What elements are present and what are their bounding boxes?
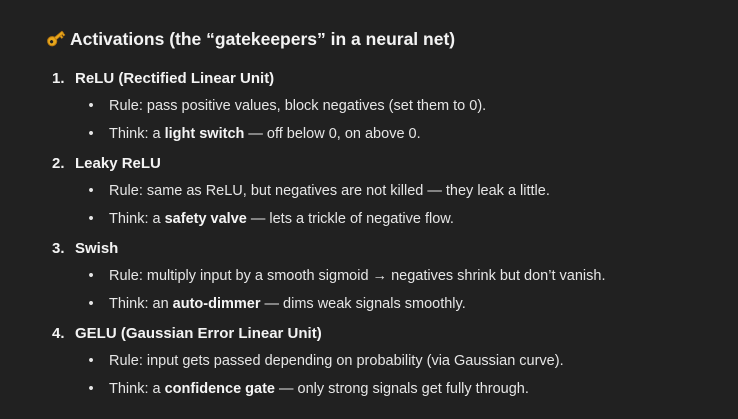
think-suffix: — off below 0, on above 0. (244, 126, 421, 142)
list-item: 3. Swish • Rule: multiply input by a smo… (45, 237, 725, 315)
think-bullet: • Think: a confidence gate — only strong… (45, 379, 725, 400)
bullet-list: • Rule: same as ReLU, but negatives are … (45, 181, 725, 230)
item-title-text: Leaky ReLU (75, 154, 161, 172)
bullet-list: • Rule: input gets passed depending on p… (45, 351, 725, 400)
item-title: 1. ReLU (Rectified Linear Unit) (45, 67, 725, 89)
think-highlight: safety valve (164, 211, 247, 227)
rule-text: Rule: multiply input by a smooth sigmoid… (109, 268, 606, 284)
bullet-list: • Rule: pass positive values, block nega… (45, 96, 725, 145)
item-number: 3. (52, 239, 65, 257)
bullet-dot-icon: • (88, 268, 94, 284)
bullet-dot-icon: • (88, 353, 94, 369)
think-suffix: — lets a trickle of negative flow. (246, 211, 454, 227)
item-title: 2. Leaky ReLU (45, 152, 725, 174)
think-suffix: — dims weak signals smoothly. (260, 296, 466, 312)
rule-text: Rule: input gets passed depending on pro… (109, 353, 564, 369)
item-title-text: GELU (Gaussian Error Linear Unit) (75, 324, 322, 342)
think-suffix: — only strong signals get fully through. (275, 381, 529, 397)
item-title: 3. Swish (45, 237, 725, 259)
think-bullet: • Think: a safety valve — lets a trickle… (45, 209, 725, 230)
think-prefix: Think: an (109, 296, 173, 312)
bullet-dot-icon: • (88, 296, 94, 312)
list-item: 4. GELU (Gaussian Error Linear Unit) • R… (45, 322, 725, 400)
rule-text: Rule: pass positive values, block negati… (109, 98, 487, 114)
key-icon (45, 27, 67, 49)
bullet-dot-icon: • (88, 211, 94, 227)
bullet-dot-icon: • (88, 183, 94, 199)
activation-list: 1. ReLU (Rectified Linear Unit) • Rule: … (45, 67, 725, 400)
bullet-dot-icon: • (88, 126, 94, 142)
think-highlight: light switch (164, 126, 245, 142)
rule-text: Rule: same as ReLU, but negatives are no… (109, 183, 550, 199)
bullet-list: • Rule: multiply input by a smooth sigmo… (45, 266, 725, 315)
rule-bullet: • Rule: multiply input by a smooth sigmo… (45, 266, 725, 287)
item-number: 1. (52, 69, 65, 87)
rule-bullet: • Rule: pass positive values, block nega… (45, 96, 725, 117)
think-bullet: • Think: an auto-dimmer — dims weak sign… (45, 294, 725, 315)
think-prefix: Think: a (109, 381, 165, 397)
bullet-dot-icon: • (88, 381, 94, 397)
item-title-text: ReLU (Rectified Linear Unit) (75, 69, 275, 87)
list-item: 2. Leaky ReLU • Rule: same as ReLU, but … (45, 152, 725, 230)
rule-bullet: • Rule: same as ReLU, but negatives are … (45, 181, 725, 202)
message-content: Activations (the “gatekeepers” in a neur… (45, 27, 725, 407)
section-heading: Activations (the “gatekeepers” in a neur… (45, 27, 725, 51)
item-number: 4. (52, 324, 65, 342)
heading-text: Activations (the “gatekeepers” in a neur… (70, 28, 456, 49)
think-highlight: auto-dimmer (172, 296, 261, 312)
think-prefix: Think: a (109, 211, 165, 227)
think-prefix: Think: a (109, 126, 165, 142)
rule-bullet: • Rule: input gets passed depending on p… (45, 351, 725, 372)
bullet-dot-icon: • (88, 98, 94, 114)
item-title: 4. GELU (Gaussian Error Linear Unit) (45, 322, 725, 344)
item-title-text: Swish (75, 239, 119, 257)
list-item: 1. ReLU (Rectified Linear Unit) • Rule: … (45, 67, 725, 145)
think-highlight: confidence gate (164, 381, 275, 397)
think-bullet: • Think: a light switch — off below 0, o… (45, 124, 725, 145)
item-number: 2. (52, 154, 65, 172)
